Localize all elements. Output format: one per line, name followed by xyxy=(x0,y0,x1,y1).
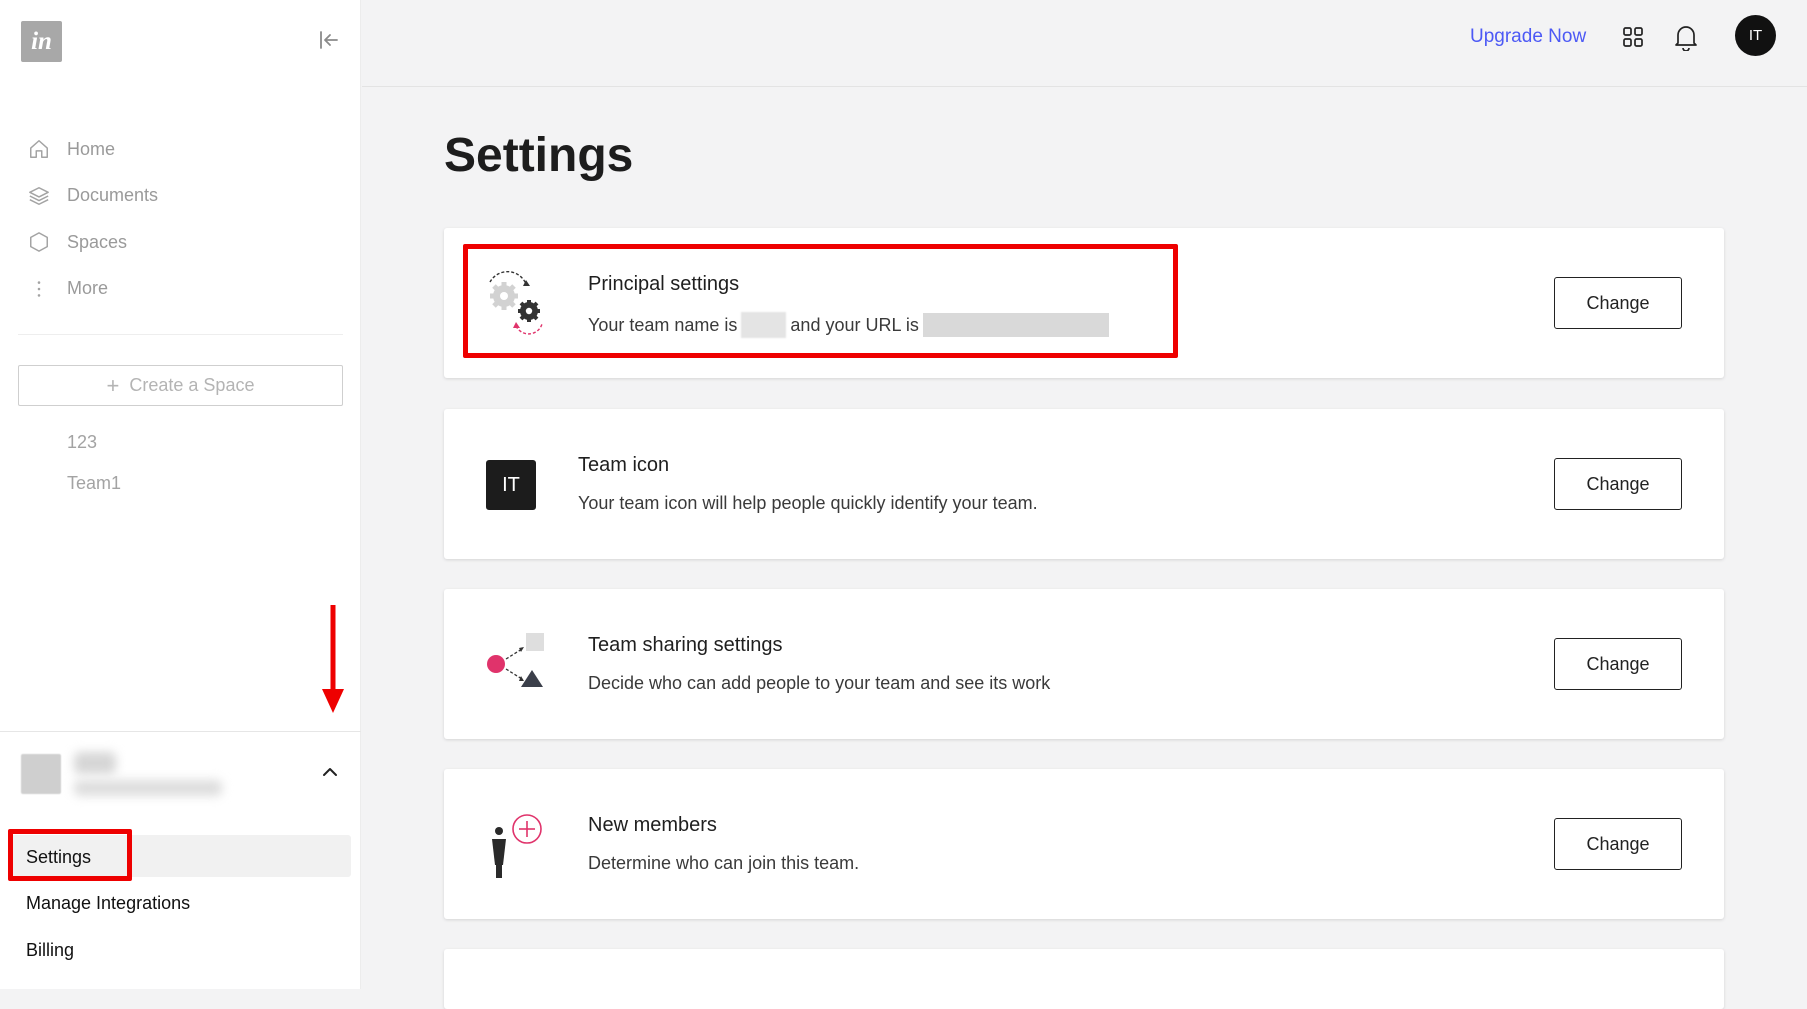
nav-item-documents[interactable]: Documents xyxy=(26,173,158,220)
nav-item-more[interactable]: More xyxy=(26,266,158,313)
team-icon-card: IT Team icon Your team icon will help pe… xyxy=(444,409,1724,559)
collapse-sidebar-icon[interactable] xyxy=(317,28,341,52)
invision-logo[interactable]: in xyxy=(21,21,62,62)
nav-item-spaces[interactable]: Spaces xyxy=(26,219,158,266)
red-arrow-annotation xyxy=(322,605,344,713)
new-members-card: New members Determine who can join this … xyxy=(444,769,1724,919)
team-icon-preview: IT xyxy=(486,460,536,510)
nav-item-label: Home xyxy=(67,138,116,159)
hexagon-icon xyxy=(26,229,52,255)
home-icon xyxy=(26,136,52,162)
card-title: New members xyxy=(588,814,717,836)
nav-item-label: Spaces xyxy=(67,231,128,252)
user-avatar[interactable]: IT xyxy=(1735,15,1776,56)
main-nav: Home Documents Spaces More xyxy=(26,126,158,312)
change-team-icon-button[interactable]: Change xyxy=(1554,458,1682,510)
layers-icon xyxy=(26,183,52,209)
create-space-button[interactable]: + Create a Space xyxy=(18,365,343,406)
space-item[interactable]: Team1 xyxy=(67,473,121,494)
more-vertical-icon xyxy=(26,276,52,302)
change-principal-settings-button[interactable]: Change xyxy=(1554,277,1682,329)
create-space-label: Create a Space xyxy=(129,375,255,395)
card-title: Team sharing settings xyxy=(588,634,783,656)
nav-item-home[interactable]: Home xyxy=(26,126,158,173)
sidebar-divider xyxy=(18,334,343,335)
nav-item-label: Documents xyxy=(67,185,159,206)
next-settings-card-partial xyxy=(444,949,1724,1009)
card-description: Decide who can add people to your team a… xyxy=(588,673,1051,693)
top-bar xyxy=(362,0,1807,87)
upgrade-now-link[interactable]: Upgrade Now xyxy=(1470,26,1586,48)
chevron-up-icon[interactable] xyxy=(320,762,340,782)
nav-item-label: More xyxy=(67,278,109,299)
page-title: Settings xyxy=(444,129,634,182)
sidebar-bottom-divider xyxy=(0,731,361,732)
team-name-redacted xyxy=(74,752,116,774)
plus-icon: + xyxy=(106,372,120,398)
team-sharing-card: Team sharing settings Decide who can add… xyxy=(444,589,1724,739)
change-new-members-button[interactable]: Change xyxy=(1554,818,1682,870)
card-title: Team icon xyxy=(578,454,670,476)
team-avatar[interactable] xyxy=(21,754,61,794)
sharing-icon xyxy=(487,633,544,687)
space-item[interactable]: 123 xyxy=(67,432,97,453)
sidebar: in Home Documents Spaces More + Create a… xyxy=(0,0,361,989)
red-highlight-box xyxy=(463,244,1178,358)
bell-icon[interactable] xyxy=(1673,23,1699,51)
team-subtitle-redacted xyxy=(74,780,222,796)
menu-item-billing[interactable]: Billing xyxy=(26,940,74,961)
apps-grid-icon[interactable] xyxy=(1622,26,1644,48)
red-highlight-box xyxy=(8,829,132,881)
card-description: Your team icon will help people quickly … xyxy=(578,493,1038,513)
change-team-sharing-button[interactable]: Change xyxy=(1554,638,1682,690)
menu-item-manage-integrations[interactable]: Manage Integrations xyxy=(26,893,190,914)
card-description: Determine who can join this team. xyxy=(588,853,860,873)
add-member-icon xyxy=(492,814,542,878)
